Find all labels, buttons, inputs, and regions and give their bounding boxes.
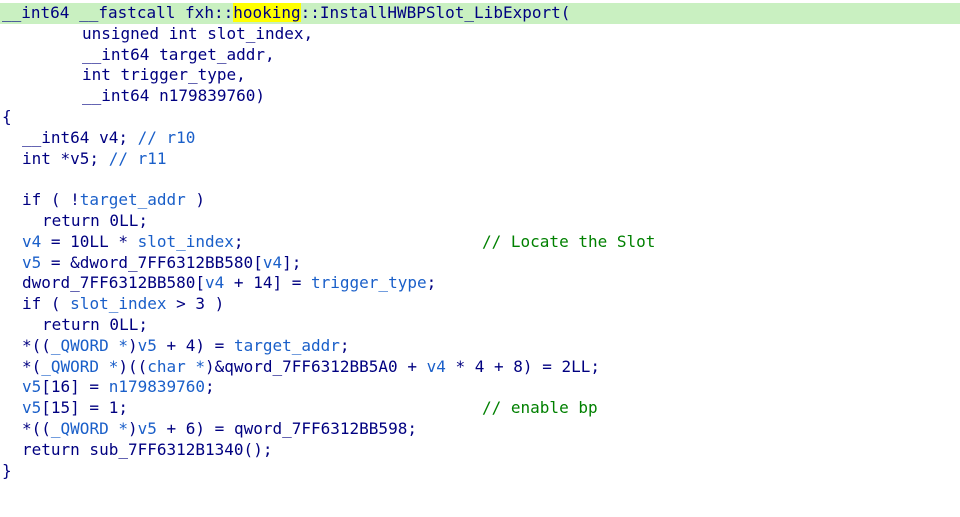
comment-enable-bp: // enable bp xyxy=(482,398,598,418)
param-line[interactable]: unsigned int slot_index, xyxy=(0,24,960,45)
code-line[interactable]: if ( slot_index > 3 ) xyxy=(0,294,960,315)
namespace-hooking-highlighted[interactable]: hooking xyxy=(233,3,301,22)
code-text: = 10LL * xyxy=(41,231,138,251)
open-paren: ( xyxy=(560,3,571,22)
code-text: ) xyxy=(127,418,138,438)
register-comment: // r10 xyxy=(137,127,196,147)
type-cast: _QWORD * xyxy=(41,356,119,376)
code-line[interactable]: __int64 v4; // r10 xyxy=(0,128,960,149)
register-comment: // r11 xyxy=(108,148,167,168)
code-text: [16] = xyxy=(41,377,109,397)
code-line[interactable]: *((_QWORD *)v5 + 4) = target_addr; xyxy=(0,336,960,357)
code-line[interactable]: if ( !target_addr ) xyxy=(0,190,960,211)
variable-v5[interactable]: v5 xyxy=(138,336,157,355)
code-text: *(( xyxy=(22,418,51,438)
open-brace[interactable]: { xyxy=(0,107,960,128)
variable-trigger-type[interactable]: trigger_type xyxy=(311,273,427,292)
code-text: + 4) = xyxy=(156,335,234,355)
code-line[interactable]: v5[15] = 1; // enable bp xyxy=(0,398,960,419)
code-line[interactable]: v5 = &dword_7FF6312BB580[v4]; xyxy=(0,253,960,274)
variable-slot-index[interactable]: slot_index xyxy=(70,294,166,313)
code-line[interactable]: int *v5; // r11 xyxy=(0,149,960,170)
code-text: * 4 + 8) = 2LL; xyxy=(445,356,600,376)
variable-target-addr[interactable]: target_addr xyxy=(234,336,340,355)
if-keyword: if ( ! xyxy=(22,190,80,210)
param-line[interactable]: int trigger_type, xyxy=(0,65,960,86)
return-type: __int64 xyxy=(2,3,70,22)
variable-slot-index[interactable]: slot_index xyxy=(138,232,234,251)
code-text: = &dword_7FF6312BB580[ xyxy=(41,252,263,272)
code-text: ; xyxy=(205,377,215,397)
comment-locate-slot: // Locate the Slot xyxy=(482,231,656,251)
calling-convention: __fastcall xyxy=(79,3,176,22)
type-cast: _QWORD * xyxy=(50,335,128,355)
code-text: ) xyxy=(127,335,138,355)
code-text: [15] = 1; xyxy=(41,398,128,418)
variable-v5[interactable]: v5 xyxy=(138,419,157,438)
code-text: )(( xyxy=(118,356,148,376)
code-line[interactable]: dword_7FF6312BB580[v4 + 14] = trigger_ty… xyxy=(0,273,960,294)
variable-v4[interactable]: v4 xyxy=(427,357,446,376)
if-keyword: if ( xyxy=(22,294,71,314)
pseudocode-view[interactable]: __int64 __fastcall fxh::hooking::Install… xyxy=(0,0,960,517)
code-text: + 14] = xyxy=(224,273,311,293)
blank-line[interactable] xyxy=(0,169,960,190)
code-text: *(( xyxy=(22,335,51,355)
variable-v5[interactable]: v5 xyxy=(22,253,41,272)
decl-v5: int *v5; xyxy=(22,148,100,168)
code-text: ) xyxy=(185,190,206,210)
close-brace[interactable]: } xyxy=(0,461,960,482)
scope-separator: :: xyxy=(213,3,234,22)
code-line[interactable]: v4 = 10LL * slot_index; // Locate the Slo… xyxy=(0,232,960,253)
decl-v4: __int64 v4; xyxy=(22,127,128,147)
variable-v4[interactable]: v4 xyxy=(205,273,224,292)
global-dword[interactable]: dword_7FF6312BB580[ xyxy=(22,273,205,292)
variable-v5[interactable]: v5 xyxy=(22,398,41,417)
code-line[interactable]: return sub_7FF6312B1340(); xyxy=(0,440,960,461)
signature-line[interactable]: __int64 __fastcall fxh::hooking::Install… xyxy=(0,3,960,24)
global-qword[interactable]: )&qword_7FF6312BB5A0 + xyxy=(205,357,427,376)
variable-v4[interactable]: v4 xyxy=(263,253,282,272)
param-line[interactable]: __int64 target_addr, xyxy=(0,45,960,66)
code-line[interactable]: *(_QWORD *)((char *)&qword_7FF6312BB5A0 … xyxy=(0,357,960,378)
code-line[interactable]: *((_QWORD *)v5 + 6) = qword_7FF6312BB598… xyxy=(0,419,960,440)
variable-v5[interactable]: v5 xyxy=(22,377,41,396)
code-text: + 6) = qword_7FF6312BB598; xyxy=(156,418,417,438)
param-line[interactable]: __int64 n179839760) xyxy=(0,86,960,107)
variable-v4[interactable]: v4 xyxy=(22,232,41,251)
namespace-fxh[interactable]: fxh xyxy=(185,3,214,22)
scope-separator-2: :: xyxy=(300,3,320,22)
function-name[interactable]: InstallHWBPSlot_LibExport xyxy=(320,3,561,22)
type-cast: char * xyxy=(147,356,206,376)
code-text: > 3 ) xyxy=(166,294,225,314)
code-line[interactable]: return 0LL; xyxy=(0,315,960,336)
variable-target-addr[interactable]: target_addr xyxy=(80,190,186,209)
type-cast: _QWORD * xyxy=(50,418,128,438)
code-text: *( xyxy=(22,356,42,376)
code-line[interactable]: return 0LL; xyxy=(0,211,960,232)
code-text: ; xyxy=(233,231,244,251)
code-text: ]; xyxy=(282,252,302,272)
code-text: ; xyxy=(339,335,350,355)
code-line[interactable]: v5[16] = n179839760; xyxy=(0,377,960,398)
variable-n179839760[interactable]: n179839760 xyxy=(109,377,205,396)
code-text: ; xyxy=(426,273,437,293)
